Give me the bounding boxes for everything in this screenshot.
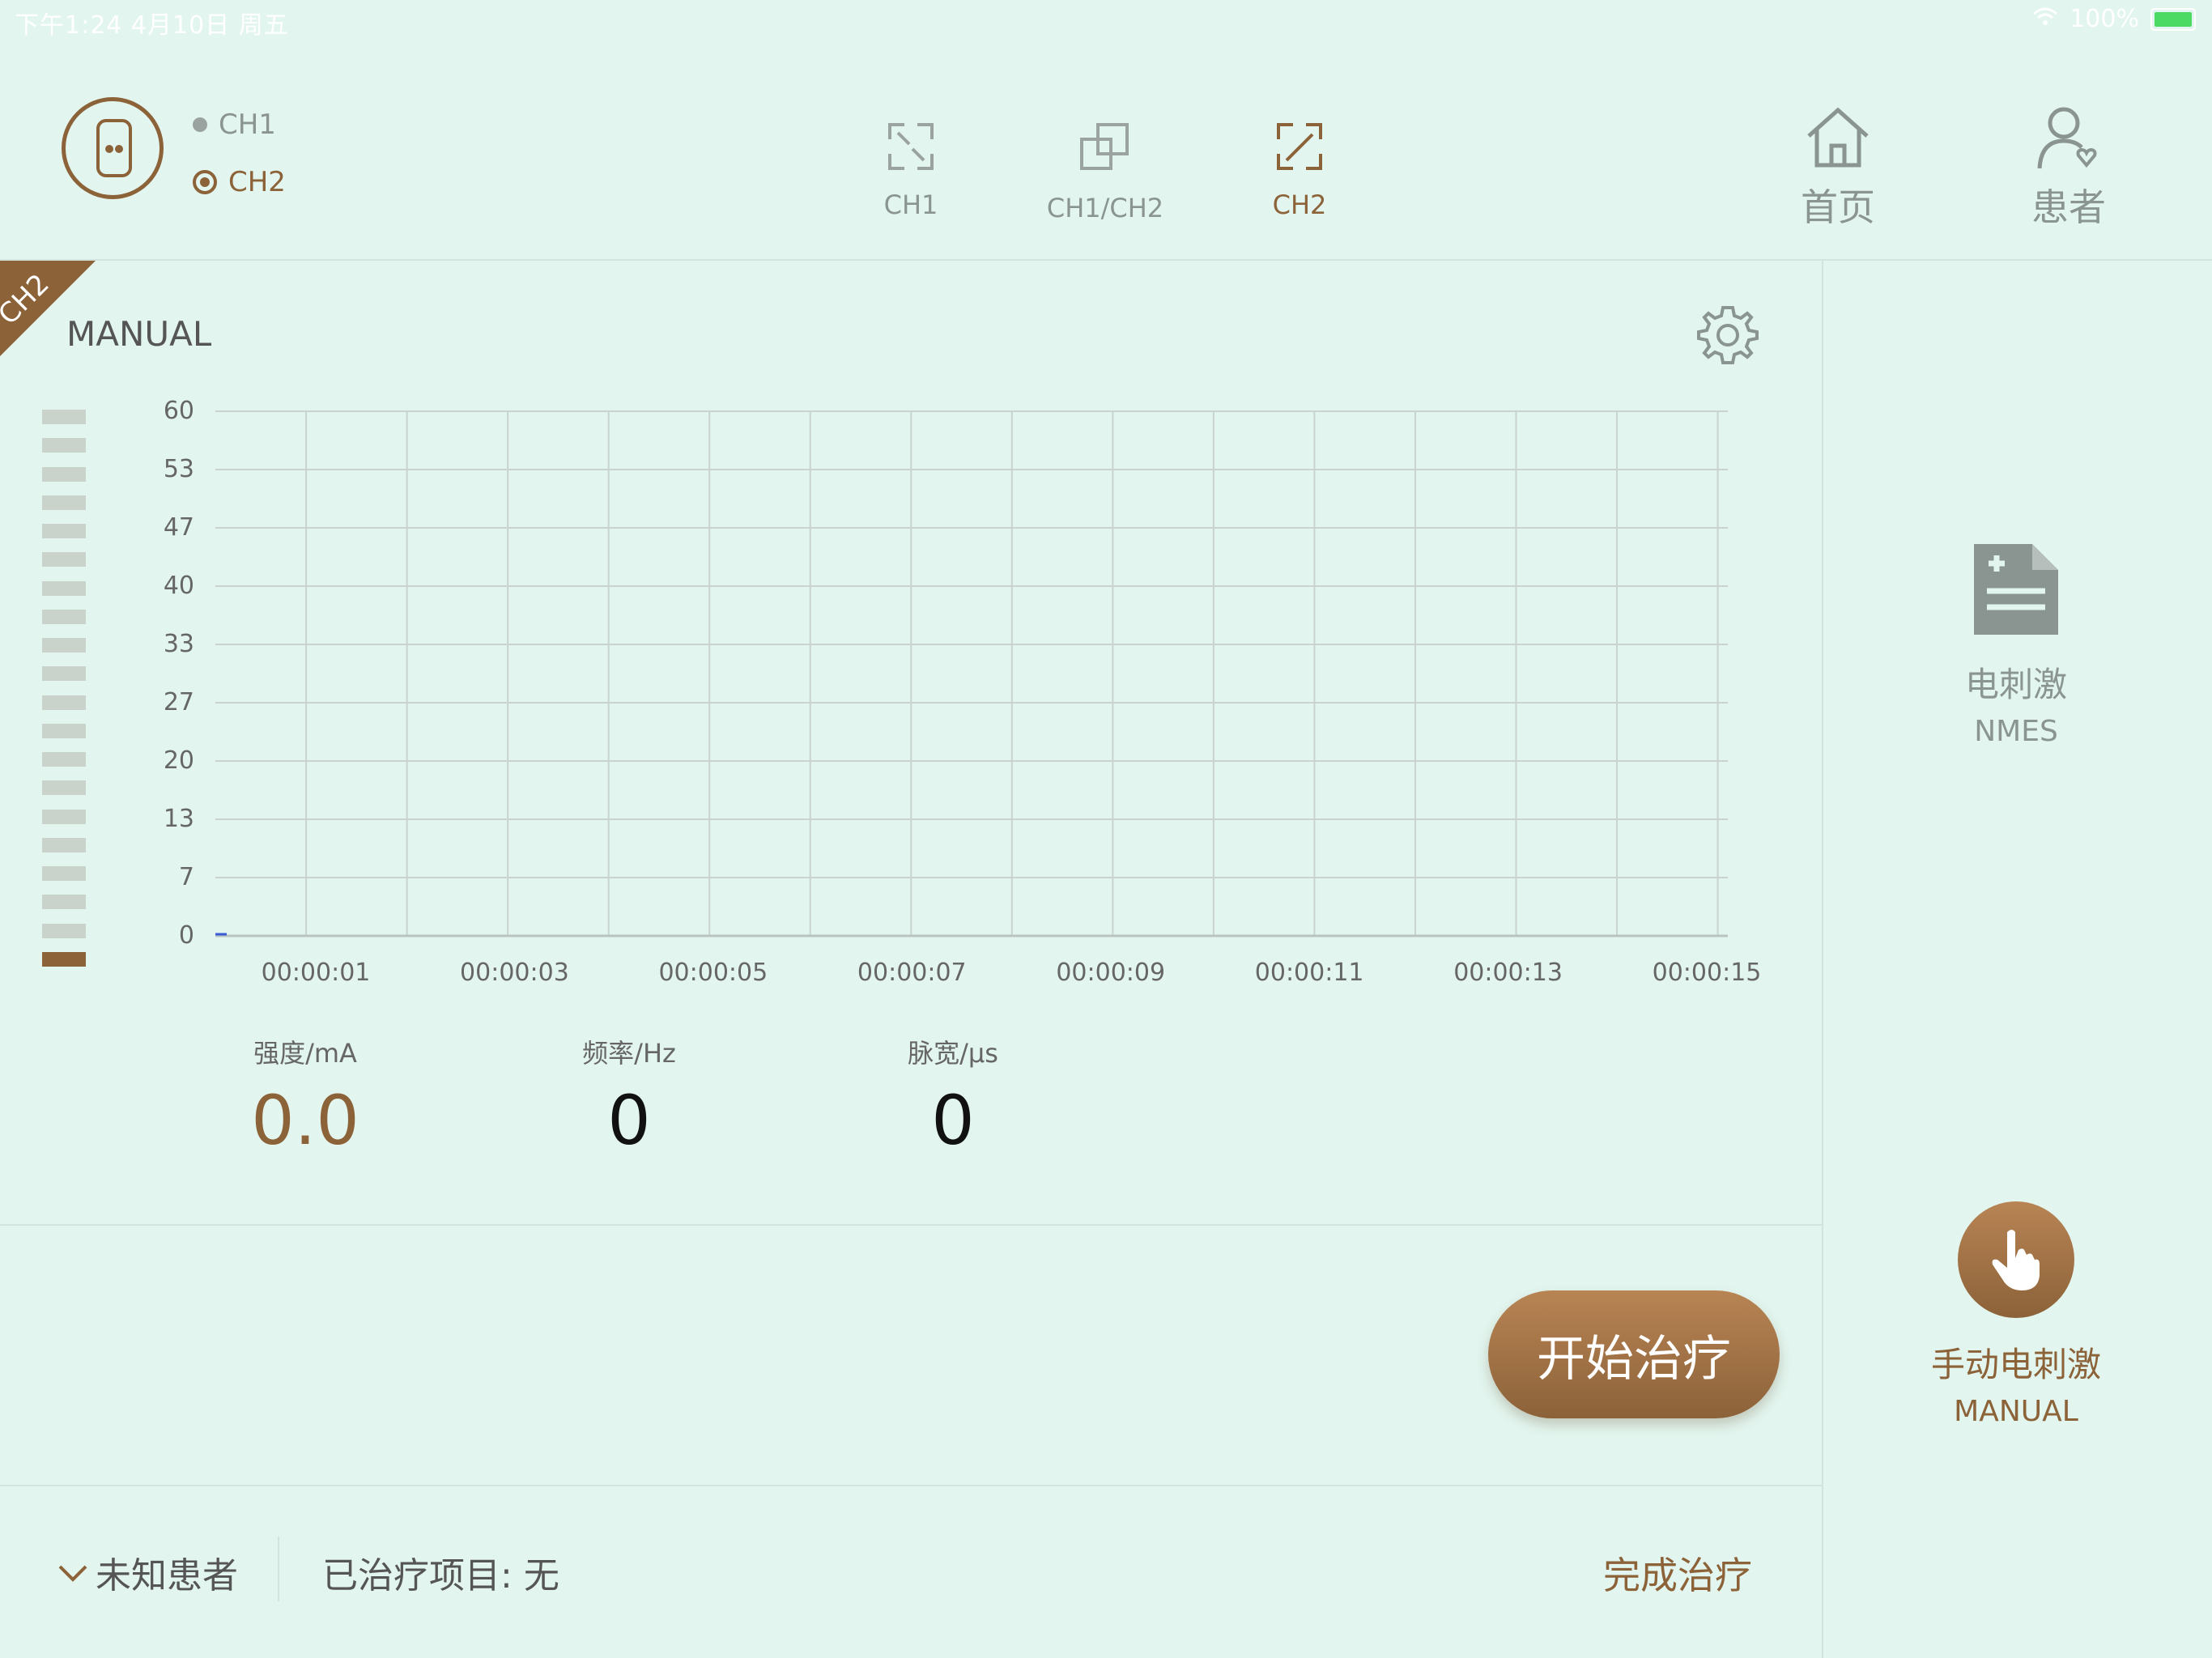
sidebar-item-manual-cn: 手动电刺激: [1930, 1345, 2101, 1384]
y-tick-label: 27: [163, 688, 194, 716]
metric-pulse-width-label: 脉宽/μs: [908, 1038, 998, 1069]
y-tick-label: 47: [163, 513, 194, 542]
metric-frequency-value: 0: [607, 1081, 651, 1160]
divider: [0, 1224, 1822, 1226]
x-tick-label: 00:00:07: [857, 959, 967, 987]
x-tick-label: 00:00:03: [460, 959, 569, 987]
x-tick-label: 00:00:15: [1652, 959, 1762, 987]
sidebar-item-manual-en: MANUAL: [1954, 1395, 2078, 1428]
metric-intensity-label: 强度/mA: [253, 1038, 357, 1069]
x-tick-label: 00:00:09: [1056, 959, 1166, 987]
metric-pulse-width-value: 0: [931, 1081, 975, 1160]
sidebar-item-nmes-en: NMES: [1974, 715, 2058, 748]
y-tick-label: 0: [178, 921, 194, 950]
treated-items-label: 已治疗项目:: [322, 1555, 513, 1596]
chart-svg: [215, 410, 1728, 937]
x-tick-label: 00:00:13: [1453, 959, 1563, 987]
medical-document-icon: [1974, 544, 2058, 635]
patient-selector[interactable]: 未知患者: [57, 1546, 238, 1598]
patient-name: 未知患者: [96, 1555, 238, 1596]
y-tick-label: 7: [178, 863, 194, 891]
footer-separator: [278, 1537, 279, 1601]
start-treatment-button[interactable]: 开始治疗: [1488, 1290, 1780, 1418]
x-tick-label: 00:00:01: [261, 959, 371, 987]
y-tick-label: 13: [163, 805, 194, 833]
y-tick-label: 53: [163, 455, 194, 483]
y-tick-label: 40: [163, 572, 194, 600]
y-tick-label: 20: [163, 746, 194, 775]
manual-circle: [1958, 1201, 2074, 1318]
chevron-down-icon: [58, 1565, 87, 1582]
sidebar-item-nmes-cn: 电刺激: [1964, 665, 2067, 704]
treated-items: 已治疗项目: 无: [322, 1546, 559, 1598]
y-tick-label: 60: [163, 397, 194, 425]
y-tick-label: 33: [163, 630, 194, 658]
treated-items-value: 无: [523, 1555, 559, 1596]
x-tick-label: 00:00:11: [1254, 959, 1364, 987]
x-tick-label: 00:00:05: [658, 959, 768, 987]
divider: [0, 1485, 1822, 1486]
finish-treatment-button[interactable]: 完成治疗: [1603, 1546, 1752, 1600]
metric-frequency-label: 频率/Hz: [582, 1038, 676, 1069]
hand-pointer-icon: [1992, 1230, 2040, 1290]
sidebar-item-manual[interactable]: 手动电刺激 MANUAL: [1895, 1201, 2138, 1428]
sidebar-item-nmes[interactable]: 电刺激 NMES: [1895, 541, 2138, 748]
metric-intensity-value: 0.0: [251, 1081, 359, 1160]
